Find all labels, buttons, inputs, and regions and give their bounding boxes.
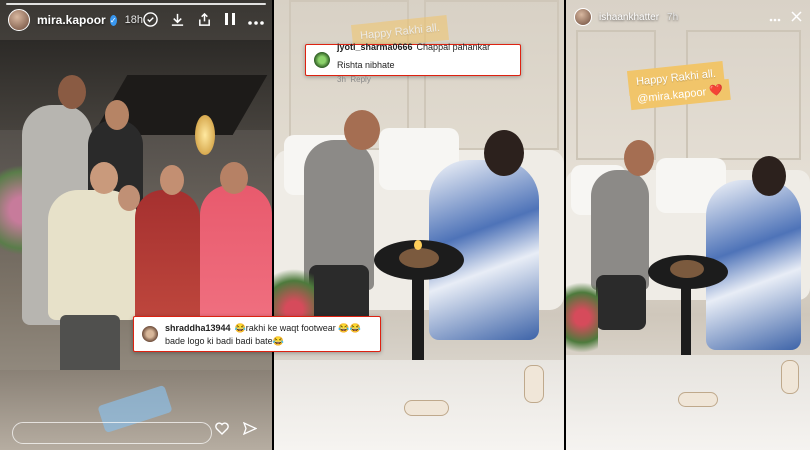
post-time: 18h <box>124 14 143 26</box>
sandal <box>524 365 544 403</box>
sandal <box>678 392 718 407</box>
hair <box>484 130 524 176</box>
face <box>624 140 654 176</box>
comment-username[interactable]: jyoti_sharma0666 <box>337 42 413 52</box>
avatar[interactable] <box>574 8 592 26</box>
share-icon[interactable] <box>197 12 212 29</box>
send-icon[interactable] <box>242 421 258 440</box>
more-icon[interactable] <box>248 13 264 27</box>
verified-badge-icon: ✓ <box>109 14 117 26</box>
table-leg <box>681 282 691 357</box>
sandal <box>781 360 799 394</box>
reply-input[interactable] <box>12 422 212 444</box>
face <box>118 185 140 211</box>
lamp <box>195 115 215 155</box>
face <box>58 75 86 109</box>
heart-icon[interactable] <box>215 422 229 440</box>
username[interactable]: mira.kapoor <box>37 13 106 27</box>
sandal <box>404 400 449 416</box>
story-panel-ishaan: Happy Rakhi all. @mira.kapoor ❤️ ishaank… <box>566 0 810 450</box>
close-icon[interactable] <box>791 10 802 24</box>
pause-icon[interactable] <box>224 12 236 28</box>
comment-age: 3h <box>337 74 346 84</box>
diya-flame <box>414 240 422 250</box>
mute-icon[interactable] <box>143 11 158 29</box>
face <box>220 162 248 194</box>
face <box>344 110 380 150</box>
comment-card-jyoti[interactable]: jyoti_sharma0666 Chappal pahankar Rishta … <box>305 42 521 84</box>
face <box>90 162 118 194</box>
story-panel-mira: mira.kapoor ✓ 18h <box>0 0 272 450</box>
face <box>105 100 129 130</box>
legs <box>596 275 646 330</box>
comment-card-shraddha[interactable]: shraddha13944 😂rakhi ke waqt footwear 😂😂 … <box>133 316 381 352</box>
reply-link[interactable]: Reply <box>350 75 370 84</box>
avatar[interactable] <box>8 9 30 31</box>
puja-thali <box>670 260 704 278</box>
woman-pink-dupatta <box>200 185 272 325</box>
hair <box>752 156 786 196</box>
username[interactable]: ishaankhatter <box>599 12 659 23</box>
table-leg <box>412 275 424 365</box>
story-header: mira.kapoor ✓ 18h <box>0 0 272 40</box>
man-grey-shirt <box>591 170 649 290</box>
comment-username[interactable]: shraddha13944 <box>165 323 231 333</box>
story-header: ishaankhatter 7h <box>566 0 810 34</box>
avatar[interactable] <box>314 52 330 68</box>
more-icon[interactable] <box>769 10 781 24</box>
avatar[interactable] <box>142 326 158 342</box>
flower-plant <box>566 270 598 365</box>
post-time: 7h <box>667 11 679 23</box>
puja-thali <box>399 248 439 268</box>
download-icon[interactable] <box>170 12 185 29</box>
face <box>160 165 184 195</box>
